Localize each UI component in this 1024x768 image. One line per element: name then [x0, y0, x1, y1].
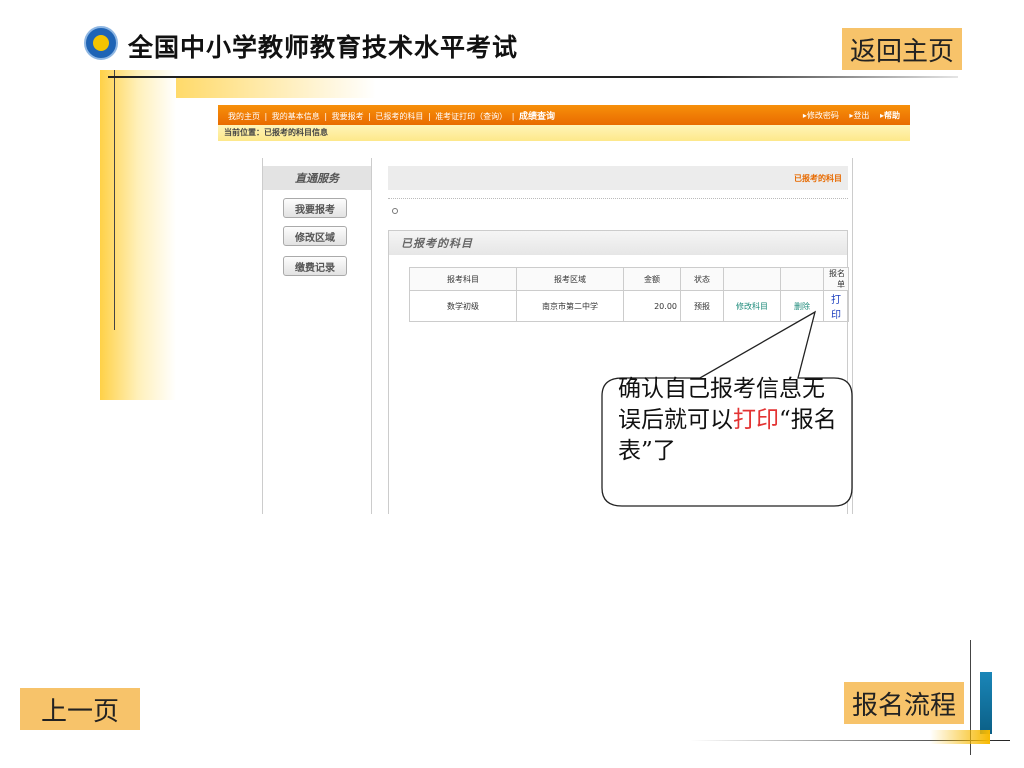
breadcrumb: 当前位置：已报考的科目信息	[218, 125, 910, 141]
sidebar-button-change-region[interactable]: 修改区域	[283, 226, 347, 246]
decor-blue-bar	[980, 672, 992, 734]
nav-separator: |	[324, 111, 328, 121]
cell-region: 南京市第二中学	[516, 290, 624, 322]
nav-separator: |	[368, 111, 371, 121]
decor-line-top	[108, 76, 958, 78]
table-header-row: 报考科目 报考区域 金额 状态 报名单	[409, 267, 849, 291]
decor-yellow-band-bottom	[930, 730, 990, 744]
content-header: 已报考的科目	[388, 166, 848, 190]
col-header-delete	[780, 267, 824, 291]
col-header-status: 状态	[680, 267, 724, 291]
nav-link-score-query[interactable]: 成绩查询	[519, 112, 555, 122]
delete-link[interactable]: 删除	[780, 290, 824, 322]
nav-link-register[interactable]: 我要报考	[332, 112, 364, 121]
slide-title: 全国中小学教师教育技术水平考试	[128, 33, 519, 62]
print-link[interactable]: 打印	[823, 290, 849, 322]
panel-title: 已报考的科目	[401, 237, 473, 250]
nav-link-help[interactable]: ▸帮助	[880, 111, 900, 120]
nav-link-change-password[interactable]: ▸修改密码	[803, 111, 839, 120]
exam-logo-icon	[84, 26, 118, 60]
sidebar-button-register[interactable]: 我要报考	[283, 198, 347, 218]
col-header-region: 报考区域	[516, 267, 624, 291]
decor-yellow-band-left	[100, 70, 176, 400]
divider	[388, 198, 848, 199]
nav-separator: |	[427, 111, 431, 121]
registered-subjects-panel: 已报考的科目 报考科目 报考区域 金额 状态 报名单 数学初级 南京市第二中学 …	[388, 230, 849, 514]
sidebar-title: 直通服务	[263, 166, 371, 190]
nav-link-admission-ticket[interactable]: 准考证打印（查询）	[435, 112, 507, 121]
sidebar-button-payment-records[interactable]: 缴费记录	[283, 256, 347, 276]
nav-separator: |	[264, 111, 268, 121]
nav-link-home[interactable]: 我的主页	[228, 112, 260, 121]
bullet-icon	[392, 208, 398, 214]
callout-text: 确认自己报考信息无误后就可以打印“报名表”了	[618, 374, 838, 467]
nav-link-registered-subjects[interactable]: 已报考的科目	[375, 112, 423, 121]
col-header-amount: 金额	[623, 267, 681, 291]
callout-highlight: 打印	[733, 407, 779, 433]
edit-subject-link[interactable]: 修改科目	[723, 290, 781, 322]
home-button[interactable]: 返回主页	[842, 28, 962, 70]
nav-link-logout[interactable]: ▸登出	[849, 111, 869, 120]
nav-right-links: ▸修改密码 ▸登出 ▸帮助	[795, 110, 900, 121]
decor-line-left	[114, 70, 115, 330]
cell-subject: 数学初级	[409, 290, 517, 322]
cell-status: 预报	[680, 290, 724, 322]
subjects-table: 报考科目 报考区域 金额 状态 报名单 数学初级 南京市第二中学 20.00 预…	[409, 267, 849, 322]
prev-page-button[interactable]: 上一页	[20, 688, 140, 730]
nav-links: 我的主页 | 我的基本信息 | 我要报考 | 已报考的科目 | 准考证打印（查询…	[228, 109, 557, 122]
col-header-subject: 报考科目	[409, 267, 517, 291]
site-navbar: 我的主页 | 我的基本信息 | 我要报考 | 已报考的科目 | 准考证打印（查询…	[218, 105, 910, 125]
col-header-edit	[723, 267, 781, 291]
nav-separator: |	[511, 111, 515, 121]
nav-link-profile[interactable]: 我的基本信息	[272, 112, 320, 121]
decor-yellow-band-top	[176, 78, 376, 98]
cell-amount: 20.00	[623, 290, 681, 322]
panel-header: 已报考的科目	[389, 231, 847, 255]
registration-flow-button[interactable]: 报名流程	[844, 682, 964, 724]
sidebar: 直通服务 我要报考 修改区域 缴费记录	[262, 158, 372, 514]
table-row: 数学初级 南京市第二中学 20.00 预报 修改科目 删除 打印	[409, 290, 849, 322]
col-header-form: 报名单	[823, 267, 849, 291]
